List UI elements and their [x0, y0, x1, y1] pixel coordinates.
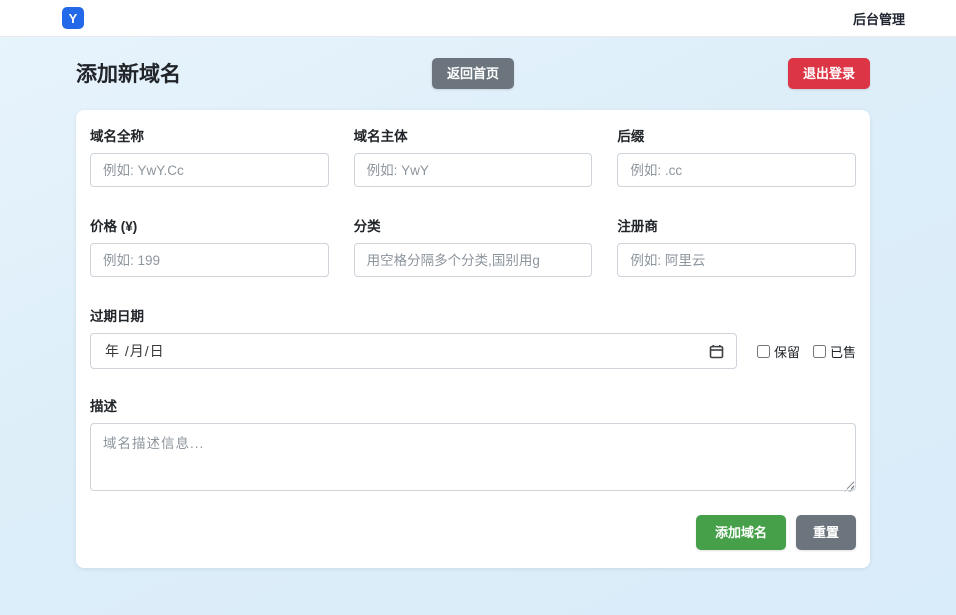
reset-button[interactable]: 重置 [796, 515, 856, 550]
field-registrar: 注册商 [617, 215, 856, 277]
domain-full-name-input[interactable] [90, 153, 329, 187]
category-label: 分类 [354, 215, 593, 235]
page-header: 添加新域名 返回首页 退出登录 [76, 55, 870, 91]
field-domain-full-name: 域名全称 [90, 125, 329, 187]
add-domain-button[interactable]: 添加域名 [696, 515, 786, 550]
price-input[interactable] [90, 243, 329, 277]
admin-management-link[interactable]: 后台管理 [853, 9, 905, 28]
domain-full-name-label: 域名全称 [90, 125, 329, 145]
main-content: 添加新域名 返回首页 退出登录 域名全称 域名主体 后缀 价格 (¥) [76, 55, 870, 568]
price-label: 价格 (¥) [90, 215, 329, 235]
form-row-1: 域名全称 域名主体 后缀 [90, 125, 856, 187]
suffix-input[interactable] [617, 153, 856, 187]
field-suffix: 后缀 [617, 125, 856, 187]
domain-body-label: 域名主体 [354, 125, 593, 145]
expiry-date-label: 过期日期 [90, 305, 856, 325]
logout-button[interactable]: 退出登录 [788, 58, 870, 89]
date-placeholder-text: 年 /月/日 [105, 341, 165, 361]
suffix-label: 后缀 [617, 125, 856, 145]
field-domain-body: 域名主体 [354, 125, 593, 187]
sold-checkbox[interactable] [813, 345, 826, 358]
category-input[interactable] [354, 243, 593, 277]
back-home-button[interactable]: 返回首页 [432, 58, 514, 89]
registrar-input[interactable] [617, 243, 856, 277]
domain-body-input[interactable] [354, 153, 593, 187]
add-domain-form-card: 域名全称 域名主体 后缀 价格 (¥) 分类 注册商 [76, 110, 870, 568]
expiry-date-input[interactable]: 年 /月/日 [90, 333, 737, 369]
reserved-checkbox[interactable] [757, 345, 770, 358]
form-row-2: 价格 (¥) 分类 注册商 [90, 215, 856, 277]
registrar-label: 注册商 [617, 215, 856, 235]
field-price: 价格 (¥) [90, 215, 329, 277]
app-logo[interactable]: Y [62, 7, 84, 29]
form-actions: 添加域名 重置 [90, 515, 856, 550]
description-textarea[interactable] [90, 423, 856, 491]
top-bar: Y 后台管理 [0, 0, 956, 37]
sold-checkbox-text: 已售 [830, 342, 856, 361]
field-category: 分类 [354, 215, 593, 277]
reserved-checkbox-label[interactable]: 保留 [757, 342, 800, 361]
page-title: 添加新域名 [76, 58, 181, 88]
calendar-icon[interactable] [709, 344, 724, 359]
status-checkboxes: 保留 已售 [757, 342, 856, 361]
expiry-date-row: 年 /月/日 保留 已售 [90, 333, 856, 369]
description-label: 描述 [90, 395, 856, 415]
field-description: 描述 [90, 395, 856, 496]
reserved-checkbox-text: 保留 [774, 342, 800, 361]
sold-checkbox-label[interactable]: 已售 [813, 342, 856, 361]
